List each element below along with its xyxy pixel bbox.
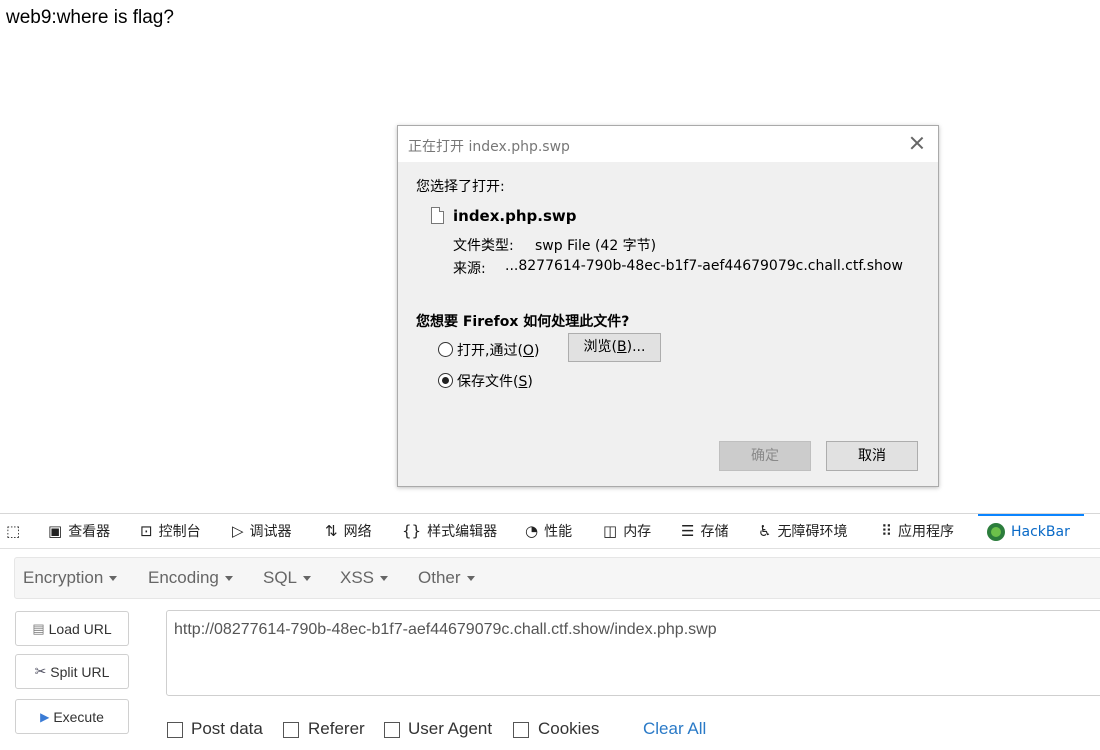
menu-other[interactable]: Other [418,568,475,588]
user-agent-label[interactable]: User Agent [408,719,492,739]
dialog-intro: 您选择了打开: [416,179,505,195]
file-icon [431,207,444,224]
menu-encoding[interactable]: Encoding [148,568,233,588]
browse-button[interactable]: 浏览(B)... [568,333,661,362]
element-picker-icon[interactable]: ⬚ [6,514,20,548]
file-type-value: swp File (42 字节) [535,238,657,254]
network-icon: ⇅ [325,522,338,540]
clear-all-link[interactable]: Clear All [643,719,706,739]
tab-storage[interactable]: ☰ 存储 [681,514,728,548]
execute-button[interactable]: ▶ Execute [15,699,129,734]
cancel-button[interactable]: 取消 [826,441,918,471]
application-icon: ⠿ [881,522,892,540]
split-url-button[interactable]: ✂ Split URL [15,654,129,689]
devtools-panel: ⬚ ▣ 查看器 ⊡ 控制台 ▷ 调试器 ⇅ 网络 {} 样式编辑器 ◔ 性能 ◫ 内存 ☰ 存储… [0,513,1100,750]
url-textarea[interactable]: http://08277614-790b-48ec-b1f7-aef446790… [166,610,1100,696]
tab-performance[interactable]: ◔ 性能 [525,514,572,548]
file-source-label: 来源: [453,261,486,277]
close-icon[interactable] [908,134,926,152]
storage-icon: ☰ [681,522,695,540]
debugger-icon: ▷ [232,522,244,540]
page-heading: web9:where is flag? [6,7,174,28]
tab-network[interactable]: ⇅ 网络 [325,514,372,548]
load-url-button[interactable]: ▤ Load URL [15,611,129,646]
devtools-tabbar: ⬚ ▣ 查看器 ⊡ 控制台 ▷ 调试器 ⇅ 网络 {} 样式编辑器 ◔ 性能 ◫ 内存 ☰ 存储… [0,514,1100,549]
file-type-label: 文件类型: [453,238,514,254]
memory-icon: ◫ [603,522,618,540]
user-agent-checkbox[interactable] [384,722,400,738]
cookies-checkbox[interactable] [513,722,529,738]
accessibility-icon: ♿ [758,522,772,540]
cookies-label[interactable]: Cookies [538,719,599,739]
scissors-icon: ✂ [34,663,47,679]
open-file-dialog: 正在打开 index.php.swp 您选择了打开: index.php.swp… [397,125,939,487]
menu-sql[interactable]: SQL [263,568,312,588]
tab-style-editor[interactable]: {} 样式编辑器 [402,514,497,548]
open-with-radio[interactable] [438,342,453,357]
post-data-label[interactable]: Post data [191,719,263,739]
tab-application[interactable]: ⠿ 应用程序 [881,514,954,548]
tab-memory[interactable]: ◫ 内存 [603,514,651,548]
inspector-icon: ▣ [48,522,63,540]
chevron-down-icon [380,576,389,582]
open-with-label[interactable]: 打开,通过(O) [457,340,539,360]
load-url-icon: ▤ [32,620,45,636]
file-name: index.php.swp [453,207,577,225]
referer-checkbox[interactable] [283,722,299,738]
post-data-checkbox[interactable] [167,722,183,738]
hackbar-menubar: Encryption Encoding SQL XSS Other [14,557,1100,599]
console-icon: ⊡ [140,522,153,540]
tab-accessibility[interactable]: ♿ 无障碍环境 [758,514,847,548]
chevron-down-icon [224,576,233,582]
style-editor-icon: {} [402,522,422,540]
dialog-titlebar: 正在打开 index.php.swp [398,126,938,162]
save-file-radio[interactable] [438,373,453,388]
referer-label[interactable]: Referer [308,719,365,739]
dialog-title: 正在打开 index.php.swp [408,139,570,155]
chevron-down-icon [466,576,475,582]
hackbar-icon [987,523,1005,541]
save-file-label[interactable]: 保存文件(S) [457,371,533,391]
performance-icon: ◔ [525,522,539,540]
chevron-down-icon [303,576,312,582]
menu-xss[interactable]: XSS [340,568,389,588]
chevron-down-icon [109,576,118,582]
tab-hackbar[interactable]: HackBar [978,514,1084,548]
tab-debugger[interactable]: ▷ 调试器 [232,514,292,548]
file-source-value: ...8277614-790b-48ec-b1f7-aef44679079c.c… [505,258,903,274]
url-text: http://08277614-790b-48ec-b1f7-aef446790… [174,621,717,638]
tab-inspector[interactable]: ▣ 查看器 [48,514,110,548]
play-icon: ▶ [40,709,50,724]
menu-encryption[interactable]: Encryption [23,568,118,588]
tab-console[interactable]: ⊡ 控制台 [140,514,201,548]
ok-button[interactable]: 确定 [719,441,811,471]
dialog-question: 您想要 Firefox 如何处理此文件? [416,314,630,330]
